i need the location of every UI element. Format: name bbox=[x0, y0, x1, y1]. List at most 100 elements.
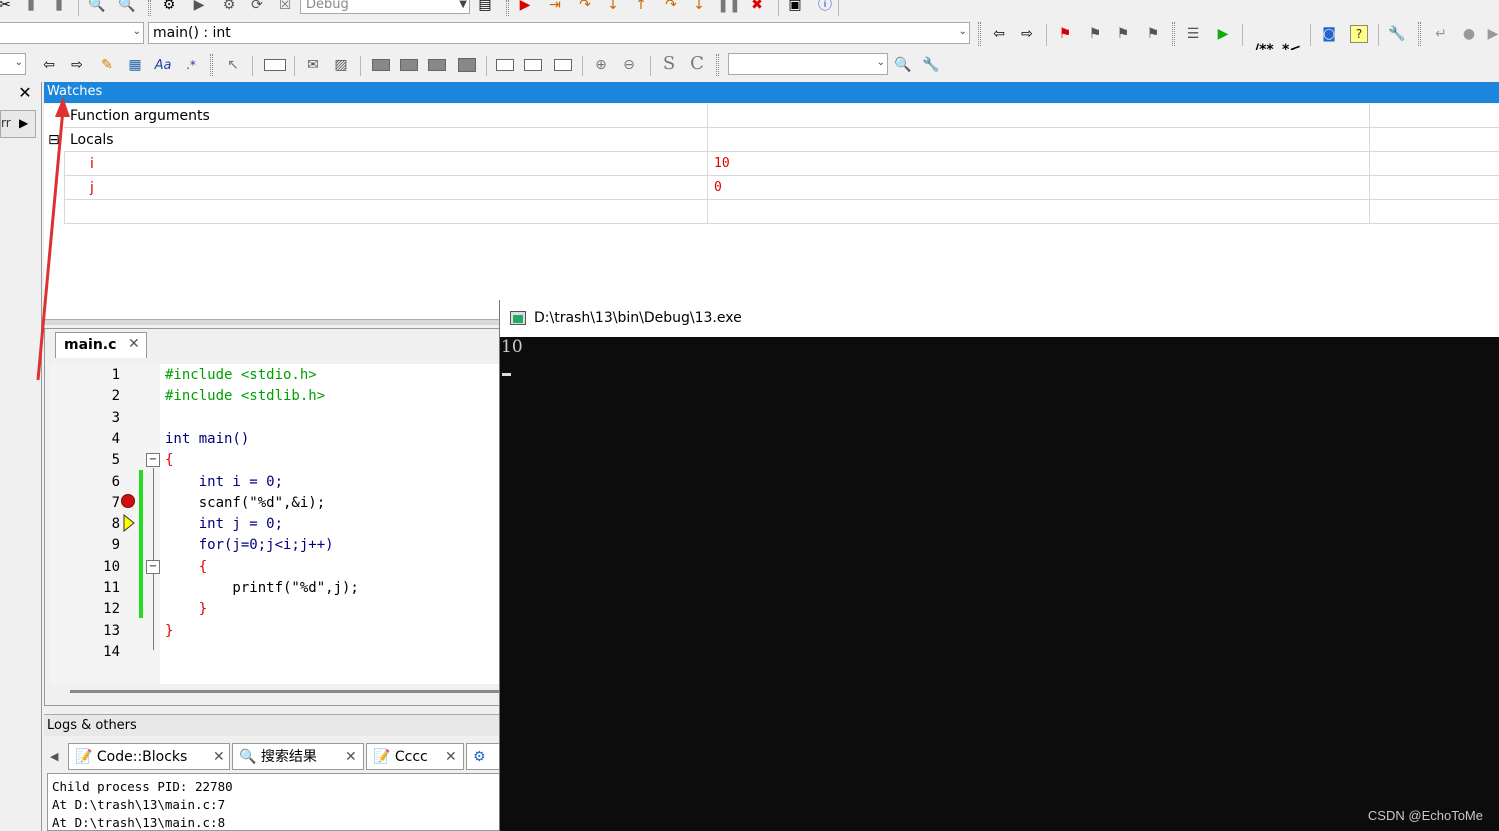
step-out-icon[interactable]: ↑ bbox=[632, 0, 650, 14]
toolbar-grip[interactable] bbox=[1172, 22, 1175, 46]
debug-windows-icon[interactable]: ▣ bbox=[786, 0, 804, 14]
scrollbar-thumb[interactable] bbox=[70, 690, 500, 693]
next-instruction-icon[interactable]: ↷ bbox=[662, 0, 680, 14]
help-icon[interactable]: ? bbox=[1350, 25, 1368, 43]
run-icon[interactable]: ▶ bbox=[190, 0, 208, 14]
outline-icon-3[interactable] bbox=[554, 59, 572, 71]
stop-debug-icon[interactable]: ✖ bbox=[748, 0, 766, 14]
toolbar-grip[interactable] bbox=[148, 0, 151, 16]
zoom-in-icon[interactable]: ⊕ bbox=[592, 56, 610, 74]
block-icon-1[interactable] bbox=[372, 59, 390, 71]
block-icon-3[interactable] bbox=[428, 59, 446, 71]
zoom-out-icon[interactable]: ⊖ bbox=[620, 56, 638, 74]
scroll-left-icon[interactable]: ◀ bbox=[50, 750, 58, 763]
forward-arrow-icon[interactable]: ⇨ bbox=[68, 56, 86, 74]
toolbar-grip[interactable] bbox=[506, 0, 509, 16]
logs-title: Logs & others bbox=[44, 714, 504, 736]
envelope-icon[interactable]: ✉ bbox=[304, 56, 322, 74]
jump-forward-icon[interactable]: ⇨ bbox=[1018, 25, 1036, 43]
cut-icon[interactable]: ✂ bbox=[0, 0, 14, 14]
c-icon[interactable]: C bbox=[688, 55, 706, 73]
watch-row-j[interactable]: j 0 bbox=[64, 176, 1499, 200]
regex-icon[interactable]: .* bbox=[182, 56, 200, 74]
find-icon[interactable]: 🔍 bbox=[88, 0, 106, 14]
various-info-icon[interactable]: ⓘ bbox=[816, 0, 834, 14]
console-titlebar[interactable]: D:\trash\13\bin\Debug\13.exe bbox=[500, 300, 1499, 337]
code-area[interactable]: 1 2 3 4 5 6 7 8 9 10 11 12 13 14 − − #include <stdio.… bbox=[50, 364, 505, 684]
debug-start-icon[interactable]: ▶ bbox=[516, 0, 534, 14]
scope-select[interactable]: ⌄ bbox=[0, 22, 144, 44]
replace-icon[interactable]: 🔍 bbox=[118, 0, 136, 14]
pointer-icon[interactable]: ↖ bbox=[224, 56, 242, 74]
record-icon[interactable]: ● bbox=[1460, 25, 1478, 43]
toggle-bookmark-icon[interactable]: ⚑ bbox=[1056, 25, 1074, 43]
match-case-icon[interactable]: Aa bbox=[154, 56, 172, 74]
search-combo[interactable]: ⌄ bbox=[728, 53, 888, 75]
toolbar-grip[interactable] bbox=[978, 22, 981, 46]
close-icon[interactable]: ✕ bbox=[128, 336, 140, 352]
line-number: 13 bbox=[103, 622, 120, 639]
watch-row-i[interactable]: i 10 bbox=[64, 152, 1499, 176]
function-select[interactable]: main() : int ⌄ bbox=[148, 22, 970, 44]
highlight-pen-icon[interactable]: ✎ bbox=[98, 56, 116, 74]
splitter[interactable] bbox=[44, 319, 504, 325]
build-target-select[interactable]: Debug ▼ bbox=[300, 0, 470, 14]
block-icon-2[interactable] bbox=[400, 59, 418, 71]
copy-icon[interactable]: ▮ bbox=[22, 0, 40, 14]
small-select[interactable]: ⌄ bbox=[0, 53, 26, 75]
step-into-icon[interactable]: ↓ bbox=[604, 0, 622, 14]
outline-icon-1[interactable] bbox=[496, 59, 514, 71]
log-tab-codeblocks[interactable]: 📝 Code::Blocks ✕ bbox=[68, 743, 230, 770]
clear-bookmarks-icon[interactable]: ⚑ bbox=[1144, 25, 1162, 43]
watches-table[interactable]: Function arguments ⊟ Locals i 10 j 0 bbox=[44, 104, 1499, 319]
watch-row-empty[interactable] bbox=[64, 200, 1499, 224]
jump-back-icon[interactable]: ⇦ bbox=[990, 25, 1008, 43]
abort-icon[interactable]: ☒ bbox=[276, 0, 294, 14]
build-run-icon[interactable]: ⚙ bbox=[220, 0, 238, 14]
toolbar-grip[interactable] bbox=[1418, 22, 1421, 46]
log-output[interactable]: Child process PID: 22780 At D:\trash\13\… bbox=[47, 773, 502, 831]
build-settings-icon[interactable]: ⚙ bbox=[160, 0, 178, 14]
close-icon[interactable]: ✕ bbox=[345, 744, 357, 770]
play-macro-icon[interactable]: ▶ bbox=[1484, 25, 1499, 43]
fold-icon[interactable]: − bbox=[146, 560, 160, 574]
next-line-icon[interactable]: ↷ bbox=[576, 0, 594, 14]
step-into-instruction-icon[interactable]: ↓ bbox=[690, 0, 708, 14]
console-body[interactable]: 10 bbox=[500, 337, 1499, 831]
about-icon[interactable]: ◙ bbox=[1320, 25, 1338, 43]
log-tab-search-results[interactable]: 🔍 搜索结果 ✕ bbox=[232, 743, 364, 770]
show-target-dialog-icon[interactable]: ▤ bbox=[476, 0, 494, 14]
return-icon[interactable]: ↵ bbox=[1432, 25, 1450, 43]
paste-icon[interactable]: ▮ bbox=[50, 0, 68, 14]
prev-bookmark-icon[interactable]: ⚑ bbox=[1086, 25, 1104, 43]
settings-wrench-icon[interactable]: 🔧 bbox=[1388, 25, 1406, 43]
outline-icon-2[interactable] bbox=[524, 59, 542, 71]
toolbar-grip[interactable] bbox=[716, 54, 719, 76]
line-number: 10 bbox=[103, 558, 120, 575]
watch-row-function-arguments[interactable]: Function arguments bbox=[64, 104, 1499, 128]
pause-icon[interactable]: ❚❚ bbox=[717, 0, 740, 14]
rebuild-icon[interactable]: ⟳ bbox=[248, 0, 266, 14]
select-occurrence-icon[interactable]: ▦ bbox=[126, 56, 144, 74]
block-icon-4[interactable] bbox=[458, 58, 476, 72]
options-wrench-icon[interactable]: 🔧 bbox=[922, 56, 940, 74]
run-to-cursor-icon[interactable]: ⇥ bbox=[546, 0, 564, 14]
toolbar-grip[interactable] bbox=[210, 54, 213, 76]
close-icon[interactable]: ✕ bbox=[445, 744, 457, 770]
breakpoint-icon[interactable] bbox=[121, 494, 135, 508]
code-completion-icon[interactable]: ☰ bbox=[1184, 25, 1202, 43]
next-bookmark-icon[interactable]: ⚑ bbox=[1114, 25, 1132, 43]
run-to-cursor-green-icon[interactable]: ▶ bbox=[1214, 25, 1232, 43]
fold-icon[interactable]: − bbox=[146, 453, 160, 467]
back-arrow-icon[interactable]: ⇦ bbox=[40, 56, 58, 74]
search-icon[interactable]: 🔍 bbox=[894, 56, 912, 74]
current-line-arrow-icon bbox=[123, 514, 135, 532]
note-icon[interactable]: ▨ bbox=[332, 56, 350, 74]
s-icon[interactable]: S bbox=[660, 55, 678, 73]
close-icon[interactable]: ✕ bbox=[213, 744, 225, 770]
watch-row-locals[interactable]: Locals bbox=[64, 128, 1499, 152]
console-window[interactable]: D:\trash\13\bin\Debug\13.exe 10 bbox=[499, 300, 1499, 831]
horizontal-scrollbar[interactable] bbox=[50, 684, 505, 700]
log-tab-cccc[interactable]: 📝 Cccc ✕ bbox=[366, 743, 464, 770]
frame-icon[interactable] bbox=[264, 59, 286, 71]
